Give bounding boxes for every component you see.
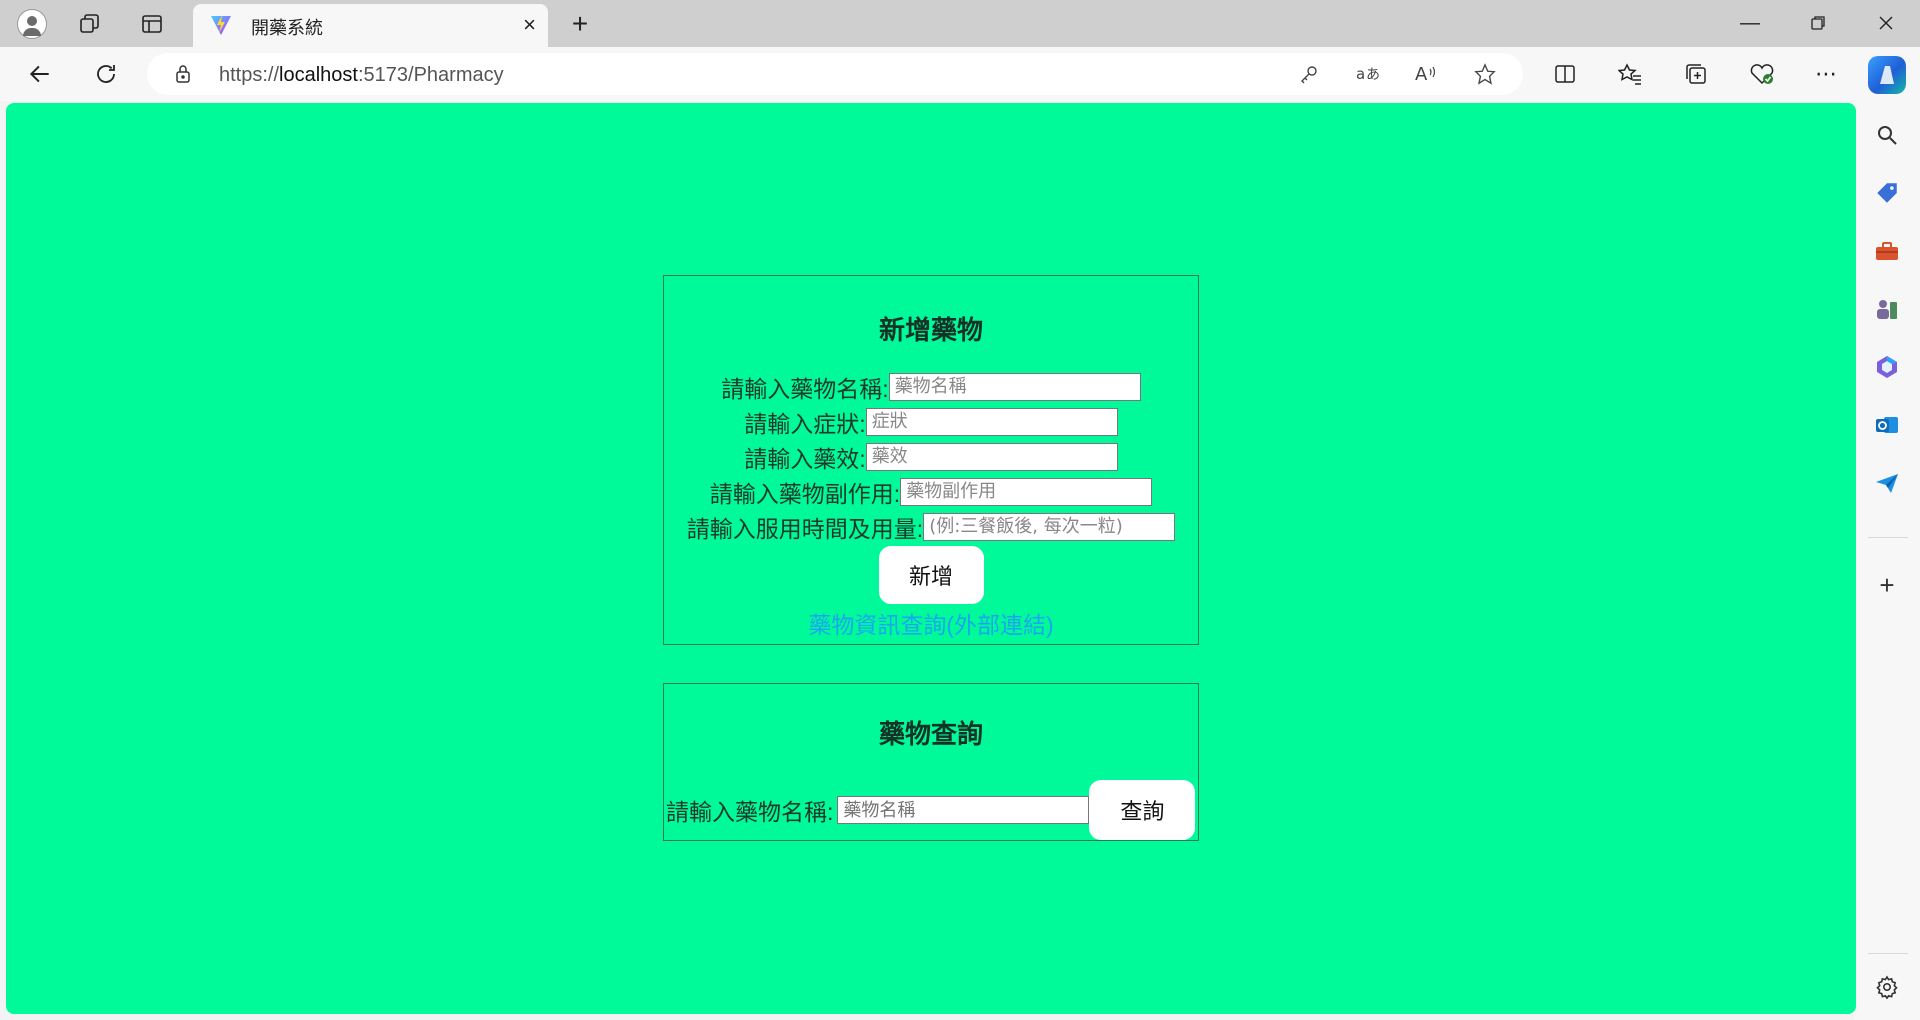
dosage-input[interactable] — [923, 512, 1176, 541]
outlook-icon[interactable] — [1871, 409, 1903, 441]
browser-tab-bar: 開藥系統 × + — — [0, 0, 1920, 47]
sidebar-separator — [1868, 537, 1908, 538]
more-icon[interactable]: ⋯ — [1808, 56, 1844, 92]
favorite-star-icon[interactable] — [1469, 58, 1501, 90]
url-text[interactable]: https://localhost:5173/Pharmacy — [219, 64, 504, 87]
sidebar-separator — [1868, 953, 1908, 954]
add-button[interactable]: 新增 — [878, 546, 984, 604]
tab-title: 開藥系統 — [251, 18, 323, 38]
browser-toolbar: https://localhost:5173/Pharmacy aあ A ⋯ — [0, 47, 1920, 101]
efficacy-row: 請輸入藥效: — [664, 439, 1198, 474]
address-bar[interactable]: https://localhost:5173/Pharmacy aあ A — [147, 53, 1523, 95]
minimize-icon[interactable]: — — [1730, 6, 1770, 40]
workspaces-icon[interactable] — [72, 6, 108, 42]
window-close-icon[interactable] — [1866, 6, 1906, 40]
split-screen-icon[interactable] — [1547, 56, 1583, 92]
lock-icon[interactable] — [175, 64, 191, 84]
collections-icon[interactable] — [1678, 56, 1714, 92]
browser-sidebar: + — [1854, 101, 1920, 1020]
refresh-icon[interactable] — [88, 56, 124, 92]
symptom-input[interactable] — [865, 407, 1118, 436]
add-icon[interactable]: + — [1871, 569, 1903, 601]
add-medicine-title: 新增藥物 — [878, 315, 983, 345]
dosage-row: 請輸入服用時間及用量: — [664, 509, 1198, 544]
favorites-icon[interactable] — [1612, 56, 1648, 92]
query-name-input[interactable] — [837, 796, 1090, 824]
vite-favicon-icon — [211, 15, 231, 35]
page-content: 新增藥物 請輸入藥物名稱: 請輸入症狀: 請輸入藥效: 請輸入藥物副作用: 請輸… — [6, 103, 1856, 1014]
symptom-row: 請輸入症狀: — [664, 404, 1198, 439]
svg-text:a: a — [1356, 65, 1365, 83]
read-aloud-icon[interactable]: A — [1411, 58, 1443, 90]
side-effect-label: 請輸入藥物副作用: — [709, 480, 901, 507]
efficacy-input[interactable] — [865, 442, 1118, 471]
query-medicine-section: 藥物查詢 請輸入藥物名稱: 查詢 — [663, 683, 1199, 841]
profile-avatar-icon[interactable] — [14, 6, 50, 42]
side-effect-row: 請輸入藥物副作用: — [664, 474, 1198, 509]
add-medicine-section: 新增藥物 請輸入藥物名稱: 請輸入症狀: 請輸入藥效: 請輸入藥物副作用: 請輸… — [663, 275, 1199, 645]
new-tab-button[interactable]: + — [562, 6, 598, 42]
svg-text:A: A — [1415, 64, 1428, 84]
query-button[interactable]: 查詢 — [1089, 780, 1196, 840]
settings-icon[interactable] — [1871, 971, 1903, 1003]
active-tab[interactable]: 開藥系統 × — [193, 4, 548, 47]
efficacy-label: 請輸入藥效: — [744, 445, 866, 472]
tools-icon[interactable] — [1871, 235, 1903, 267]
browser-essentials-icon[interactable] — [1744, 56, 1780, 92]
copilot-icon[interactable] — [1868, 56, 1906, 94]
back-icon[interactable] — [22, 56, 58, 92]
vertical-tabs-icon[interactable] — [134, 6, 170, 42]
translate-icon[interactable]: aあ — [1353, 58, 1385, 90]
medicine-name-row: 請輸入藥物名稱: — [664, 369, 1198, 404]
dosage-label: 請輸入服用時間及用量: — [686, 515, 924, 542]
games-icon[interactable] — [1871, 293, 1903, 325]
query-medicine-title: 藥物查詢 — [878, 719, 983, 749]
external-medicine-info-link[interactable]: 藥物資訊查詢(外部連結) — [808, 612, 1053, 638]
medicine-name-input[interactable] — [888, 372, 1141, 401]
send-icon[interactable] — [1871, 467, 1903, 499]
symptom-label: 請輸入症狀: — [744, 410, 866, 437]
tab-close-icon[interactable]: × — [523, 12, 536, 38]
query-name-label: 請輸入藥物名稱: — [666, 799, 834, 825]
svg-text:あ: あ — [1366, 67, 1380, 83]
search-icon[interactable] — [1871, 119, 1903, 151]
key-icon[interactable] — [1293, 58, 1325, 90]
restore-icon[interactable] — [1798, 6, 1838, 40]
microsoft365-icon[interactable] — [1871, 351, 1903, 383]
medicine-name-label: 請輸入藥物名稱: — [721, 375, 889, 402]
shopping-tag-icon[interactable] — [1871, 177, 1903, 209]
side-effect-input[interactable] — [900, 477, 1153, 506]
